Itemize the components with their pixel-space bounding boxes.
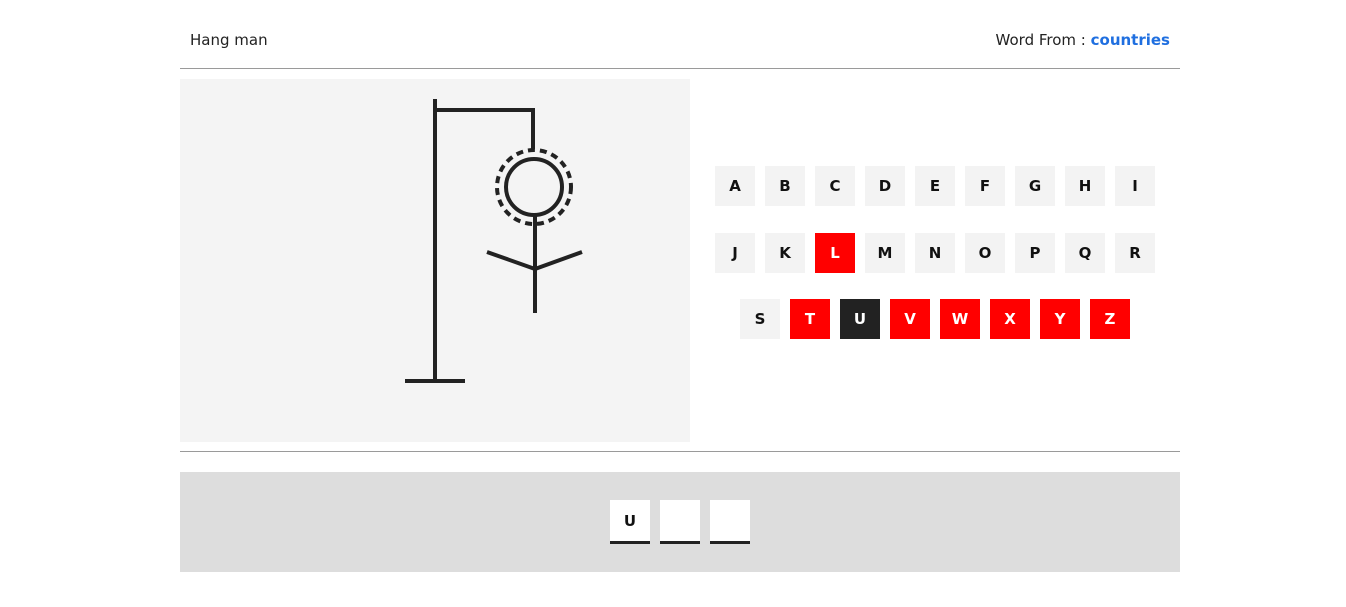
app-container: Hang man Word From : countries A B C D E… [180,0,1180,572]
letter-key-s[interactable]: S [740,299,780,339]
letter-key-b[interactable]: B [765,166,805,206]
letter-key-l[interactable]: L [815,233,855,273]
letter-key-h[interactable]: H [1065,166,1105,206]
word-letter-slot: U [610,500,650,544]
letter-key-r[interactable]: R [1115,233,1155,273]
letter-key-u[interactable]: U [840,299,880,339]
game-area: ABCDEFGHI JKLMNOPQR STUVWXYZ [180,69,1180,452]
word-letter-slot [660,500,700,544]
header: Hang man Word From : countries [180,0,1180,69]
word-letter-slot [710,500,750,544]
letter-key-x[interactable]: X [990,299,1030,339]
hangman-left-arm [486,250,536,271]
hangman-drawing-panel [180,79,690,442]
hangman-head [504,157,564,217]
keyboard-row: ABCDEFGHI [715,166,1155,206]
letter-key-c[interactable]: C [815,166,855,206]
keyboard-row: JKLMNOPQR [715,233,1155,273]
letter-key-q[interactable]: Q [1065,233,1105,273]
hangman-right-arm [534,250,583,271]
word-category: Word From : countries [996,31,1170,49]
letter-key-f[interactable]: F [965,166,1005,206]
category-label: Word From : [995,31,1086,49]
letter-key-j[interactable]: J [715,233,755,273]
letter-key-g[interactable]: G [1015,166,1055,206]
keyboard-row: STUVWXYZ [715,299,1155,339]
letter-key-e[interactable]: E [915,166,955,206]
letter-key-v[interactable]: V [890,299,930,339]
letter-key-z[interactable]: Z [1090,299,1130,339]
letter-key-y[interactable]: Y [1040,299,1080,339]
letter-key-o[interactable]: O [965,233,1005,273]
page-title: Hang man [190,31,268,49]
category-value: countries [1090,31,1170,49]
letter-key-k[interactable]: K [765,233,805,273]
word-display: U [180,472,1180,572]
letter-key-m[interactable]: M [865,233,905,273]
head-outline-dashed [495,148,573,226]
letter-key-w[interactable]: W [940,299,980,339]
letter-key-t[interactable]: T [790,299,830,339]
letter-key-d[interactable]: D [865,166,905,206]
hangman-figure [405,99,583,383]
letter-key-a[interactable]: A [715,166,755,206]
letter-key-n[interactable]: N [915,233,955,273]
letter-key-i[interactable]: I [1115,166,1155,206]
letter-key-p[interactable]: P [1015,233,1055,273]
